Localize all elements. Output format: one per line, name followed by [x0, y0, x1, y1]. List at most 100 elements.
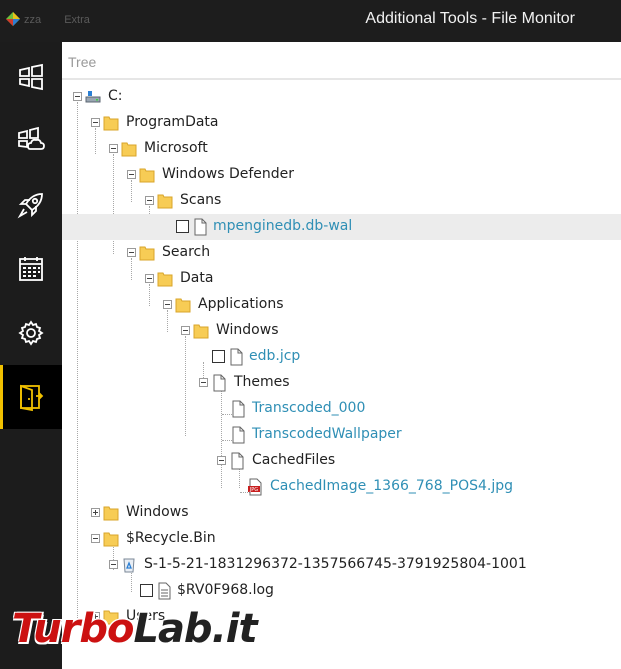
cloud-tiles-icon: [18, 126, 45, 150]
svg-text:JPG: JPG: [249, 487, 258, 493]
folder-icon: [121, 142, 137, 157]
tree-row-file[interactable]: TranscodedWallpaper: [62, 422, 621, 448]
tree-label: Data: [180, 270, 214, 286]
collapse-toggle[interactable]: [127, 170, 136, 179]
windows-tiles-icon: [19, 63, 43, 91]
expand-toggle[interactable]: [91, 508, 100, 517]
panel-header-label: Tree: [68, 54, 97, 70]
nav-cloud-tiles[interactable]: [0, 109, 62, 173]
tree-row-folder[interactable]: Windows Defender: [62, 162, 621, 188]
tree-row-file[interactable]: $RV0F968.log: [62, 578, 621, 604]
tree-label: Applications: [198, 296, 284, 312]
nav-windows-tiles[interactable]: [0, 45, 62, 109]
title-bar: zza Extra Additional Tools - File Monito…: [0, 0, 621, 42]
nav-additional-tools[interactable]: [0, 365, 62, 429]
nav-calendar[interactable]: [0, 237, 62, 301]
folder-icon: [103, 506, 119, 521]
collapse-toggle[interactable]: [91, 118, 100, 127]
file-icon: [232, 400, 245, 418]
tree-label: C:: [108, 88, 123, 104]
folder-icon: [157, 272, 173, 287]
tree-label: edb.jcp: [249, 348, 301, 364]
app-logo-icon: [6, 12, 20, 26]
tree-label: Scans: [180, 192, 222, 208]
window-title: Additional Tools - File Monitor: [365, 10, 575, 27]
collapse-toggle[interactable]: [109, 560, 118, 569]
tree-row-folder[interactable]: Data: [62, 266, 621, 292]
tree-label: Microsoft: [144, 140, 208, 156]
tree-row-file-selected[interactable]: mpenginedb.db-wal: [62, 214, 621, 240]
tree-row-drive-c[interactable]: C:: [62, 84, 621, 110]
tree-row-file[interactable]: edb.jcp: [62, 344, 621, 370]
tree-row-folder[interactable]: Themes: [62, 370, 621, 396]
file-icon: [232, 426, 245, 444]
tree-label: $Recycle.Bin: [126, 530, 216, 546]
tree-label: CachedFiles: [252, 452, 336, 468]
tree-label: Windows Defender: [162, 166, 295, 182]
sidebar: [0, 42, 62, 669]
drive-icon: [85, 91, 101, 103]
tree-label: Themes: [234, 374, 290, 390]
nav-settings[interactable]: [0, 301, 62, 365]
watermark-part2: Lab.it: [133, 606, 257, 652]
tree-label: $RV0F968.log: [177, 582, 274, 598]
collapse-toggle[interactable]: [91, 534, 100, 543]
collapse-toggle[interactable]: [199, 378, 208, 387]
tree-row-folder[interactable]: Search: [62, 240, 621, 266]
watermark-logo: TurboLab.it: [12, 606, 258, 656]
tree-label: ProgramData: [126, 114, 219, 130]
panel-header: Tree: [62, 42, 621, 80]
collapse-toggle[interactable]: [163, 300, 172, 309]
gear-icon: [18, 320, 44, 346]
recycle-bin-icon: [123, 558, 135, 573]
tree-row-folder[interactable]: Applications: [62, 292, 621, 318]
file-icon: [230, 348, 243, 366]
tools-door-icon: [20, 384, 44, 412]
tree-label: TranscodedWallpaper: [252, 426, 402, 442]
tree-label: mpenginedb.db-wal: [213, 218, 353, 234]
tree-label: CachedImage_1366_768_POS4.jpg: [270, 478, 513, 494]
menu-item-faded[interactable]: zza: [24, 14, 41, 26]
tree-row-folder[interactable]: $Recycle.Bin: [62, 526, 621, 552]
menu-item-extra[interactable]: Extra: [64, 14, 90, 26]
faded-menu: zza Extra: [24, 14, 110, 26]
tree-row-file[interactable]: JPG CachedImage_1366_768_POS4.jpg: [62, 474, 621, 500]
nav-rocket[interactable]: [0, 173, 62, 237]
jpg-file-icon: JPG: [248, 478, 262, 496]
file-checkbox[interactable]: [176, 220, 189, 233]
file-checkbox[interactable]: [212, 350, 225, 363]
rocket-icon: [17, 193, 43, 219]
tree-panel: Tree C: ProgramData Microsoft Windows De…: [62, 42, 621, 669]
tree-label: Windows: [126, 504, 189, 520]
tree-row-folder[interactable]: CachedFiles: [62, 448, 621, 474]
calendar-icon: [19, 257, 43, 281]
tree-label: S-1-5-21-1831296372-1357566745-379192580…: [144, 556, 527, 572]
folder-icon: [175, 298, 191, 313]
tree-row-folder[interactable]: Windows: [62, 318, 621, 344]
tree-row-folder[interactable]: Microsoft: [62, 136, 621, 162]
tree-row-folder[interactable]: Windows: [62, 500, 621, 526]
document-icon: [213, 374, 226, 392]
tree-label: Transcoded_000: [252, 400, 366, 416]
tree-label: Search: [162, 244, 211, 260]
log-file-icon: [158, 582, 171, 600]
collapse-toggle[interactable]: [127, 248, 136, 257]
tree-label: Windows: [216, 322, 279, 338]
folder-icon: [139, 168, 155, 183]
folder-icon: [157, 194, 173, 209]
tree-row-file[interactable]: Transcoded_000: [62, 396, 621, 422]
file-icon: [194, 218, 207, 236]
tree-row-folder[interactable]: ProgramData: [62, 110, 621, 136]
tree-row-folder[interactable]: S-1-5-21-1831296372-1357566745-379192580…: [62, 552, 621, 578]
file-checkbox[interactable]: [140, 584, 153, 597]
collapse-toggle[interactable]: [145, 274, 154, 283]
collapse-toggle[interactable]: [145, 196, 154, 205]
folder-icon: [139, 246, 155, 261]
tree-row-folder[interactable]: Scans: [62, 188, 621, 214]
collapse-toggle[interactable]: [181, 326, 190, 335]
watermark-part1: Turbo: [12, 606, 134, 652]
document-icon: [231, 452, 244, 470]
collapse-toggle[interactable]: [217, 456, 226, 465]
collapse-toggle[interactable]: [109, 144, 118, 153]
collapse-toggle[interactable]: [73, 92, 82, 101]
